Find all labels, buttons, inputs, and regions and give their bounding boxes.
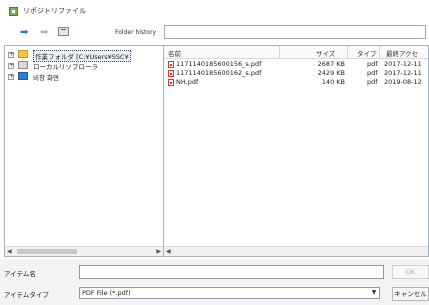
file-date: 2017-12-11 bbox=[384, 60, 422, 68]
folder-icon bbox=[18, 50, 28, 58]
scroll-left-icon[interactable]: ◀ bbox=[7, 248, 12, 255]
file-type: pdf bbox=[367, 60, 378, 68]
chevron-down-icon[interactable]: ▼ bbox=[370, 289, 378, 297]
list-header: 名前 サイズ タイプ 最終アクセ bbox=[164, 46, 428, 59]
drive-icon bbox=[18, 61, 28, 69]
scroll-right-icon[interactable]: ▶ bbox=[156, 248, 161, 255]
forward-arrow-icon[interactable]: ➡ bbox=[40, 28, 48, 38]
title-bar: リポジトリファイル bbox=[0, 0, 429, 18]
folder-history-input[interactable] bbox=[164, 25, 426, 39]
file-size: 2687 KB bbox=[317, 60, 345, 68]
filetype-label: アイテムタイプ bbox=[4, 291, 49, 299]
pdf-file-icon bbox=[168, 61, 174, 68]
up-folder-icon[interactable] bbox=[58, 27, 69, 36]
file-size: 2429 KB bbox=[317, 69, 345, 77]
ok-button[interactable]: OK bbox=[392, 265, 429, 279]
column-date-header[interactable]: 最終アクセ bbox=[386, 48, 418, 58]
file-row[interactable]: 1171140185600162_s.pdf 2429 KB pdf 2017-… bbox=[164, 69, 428, 78]
file-name: NH.pdf bbox=[176, 78, 199, 86]
tree-horizontal-scrollbar[interactable]: ◀ ▶ bbox=[5, 246, 163, 256]
file-type: pdf bbox=[367, 78, 378, 86]
file-name: 1171140185600156_s.pdf bbox=[176, 60, 262, 68]
tree-item-label: ローカルリソブローラ bbox=[33, 63, 98, 71]
back-arrow-icon[interactable]: ➡ bbox=[20, 28, 28, 38]
filename-input[interactable] bbox=[79, 265, 384, 279]
file-name: 1171140185600162_s.pdf bbox=[176, 69, 262, 77]
filetype-value: PDF File (*.pdf) bbox=[82, 289, 131, 297]
list-horizontal-scrollbar[interactable]: ◀ bbox=[164, 246, 428, 256]
file-row[interactable]: 1171140185600156_s.pdf 2687 KB pdf 2017-… bbox=[164, 60, 428, 69]
scroll-thumb[interactable] bbox=[17, 249, 77, 254]
toolbar: ➡ ➡ Folder history bbox=[0, 22, 429, 44]
file-size: 140 KB bbox=[321, 78, 345, 86]
file-row[interactable]: NH.pdf 140 KB pdf 2019-08-12 bbox=[164, 78, 428, 87]
column-size-header[interactable]: サイズ bbox=[316, 48, 335, 58]
column-name-header[interactable]: 名前 bbox=[168, 48, 181, 58]
tree-item-label: 비창 화면 bbox=[33, 74, 59, 82]
file-date: 2017-12-11 bbox=[384, 69, 422, 77]
dialog-footer: アイテム名 OK アイテムタイプ PDF File (*.pdf) ▼ キャンセ… bbox=[0, 259, 429, 305]
file-list[interactable]: 名前 サイズ タイプ 最終アクセ 1171140185600156_s.pdf … bbox=[164, 45, 429, 257]
folder-history-label: Folder history bbox=[115, 29, 157, 36]
network-icon bbox=[18, 72, 28, 80]
expand-icon[interactable]: + bbox=[8, 74, 14, 80]
expand-icon[interactable]: + bbox=[8, 52, 14, 58]
file-date: 2019-08-12 bbox=[384, 78, 422, 86]
filename-label: アイテム名 bbox=[4, 270, 36, 278]
folder-tree[interactable]: + 作業フォルダ [C:¥Users¥SSC¥ + ローカルリソブローラ + 비… bbox=[4, 45, 164, 257]
cancel-button[interactable]: キャンセル bbox=[392, 287, 429, 301]
column-type-header[interactable]: タイプ bbox=[357, 48, 377, 58]
filetype-select[interactable]: PDF File (*.pdf) ▼ bbox=[79, 287, 380, 299]
expand-icon[interactable]: + bbox=[8, 63, 14, 69]
pdf-file-icon bbox=[168, 79, 174, 86]
pdf-file-icon bbox=[168, 70, 174, 77]
file-type: pdf bbox=[367, 69, 378, 77]
app-icon bbox=[9, 7, 18, 16]
scroll-left-icon[interactable]: ◀ bbox=[166, 248, 171, 255]
window-title: リポジトリファイル bbox=[23, 7, 86, 15]
